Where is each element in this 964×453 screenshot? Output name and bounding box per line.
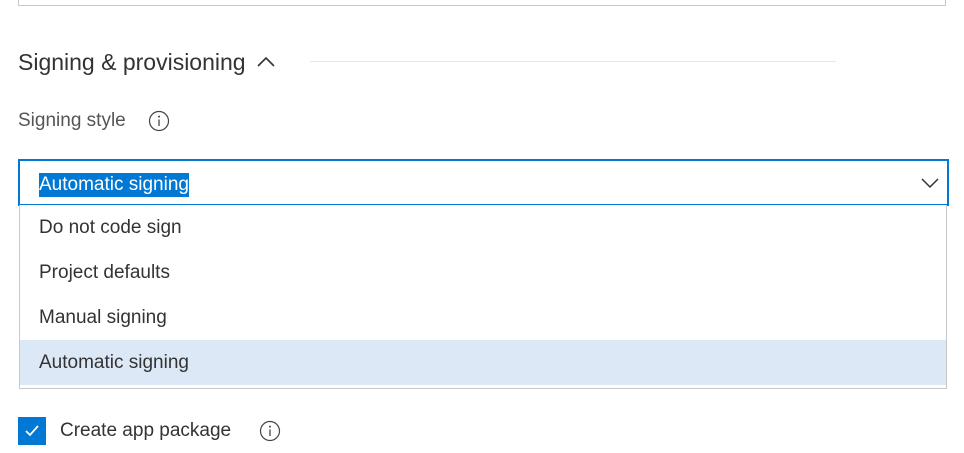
section-divider — [310, 61, 836, 62]
signing-style-select[interactable]: Automatic signing — [18, 159, 949, 206]
signing-style-label-row: Signing style — [18, 110, 170, 132]
signing-style-selected-value: Automatic signing — [39, 173, 189, 197]
create-app-package-label: Create app package — [60, 420, 232, 441]
checkmark-icon — [25, 425, 39, 437]
option-manual-signing[interactable]: Manual signing — [20, 295, 946, 340]
section-header-signing[interactable]: Signing & provisioning — [18, 44, 278, 80]
signing-style-dropdown-menu[interactable]: Do not code sign Project defaults Manual… — [19, 205, 947, 389]
info-icon[interactable] — [259, 420, 281, 442]
chevron-down-icon[interactable] — [919, 172, 941, 194]
option-do-not-code-sign[interactable]: Do not code sign — [20, 205, 946, 250]
info-icon[interactable] — [148, 110, 170, 132]
option-automatic-signing[interactable]: Automatic signing — [20, 340, 946, 385]
signing-style-label: Signing style — [18, 110, 126, 131]
chevron-up-icon[interactable] — [254, 50, 278, 74]
option-project-defaults[interactable]: Project defaults — [20, 250, 946, 295]
create-app-package-row: Create app package — [18, 416, 281, 446]
section-title: Signing & provisioning — [18, 48, 246, 75]
create-app-package-checkbox[interactable] — [18, 417, 46, 445]
previous-field-box[interactable] — [18, 0, 946, 6]
